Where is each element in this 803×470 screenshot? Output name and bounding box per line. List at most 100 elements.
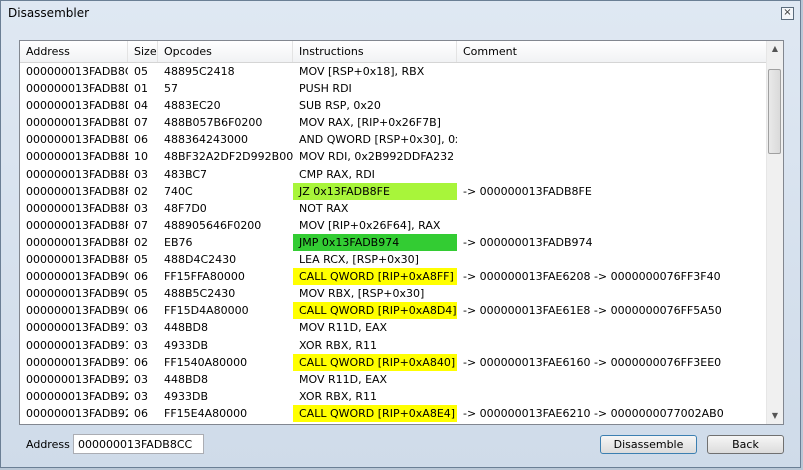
address-cell: 000000013FADB8E3 (26, 150, 128, 164)
close-icon[interactable]: × (781, 7, 794, 20)
instruction-cell: LEA RCX, [RSP+0x30] (299, 253, 419, 267)
scroll-down-icon[interactable]: ▼ (767, 408, 783, 424)
size-cell: 06 (134, 270, 148, 284)
instruction-cell: MOV RDI, 0x2B992DDFA232 (299, 150, 455, 164)
column-header-size[interactable]: Size (128, 41, 158, 62)
column-header-address[interactable]: Address (20, 41, 128, 62)
comment-cell (457, 131, 769, 148)
instruction-cell: MOV RBX, [RSP+0x30] (299, 287, 425, 301)
size-cell: 02 (134, 184, 148, 198)
table-row[interactable]: 000000013FADB8F2 03 48F7D0 NOT RAX (20, 200, 767, 217)
comment-cell (457, 371, 769, 388)
instruction-cell: SUB RSP, 0x20 (299, 99, 381, 113)
table-row[interactable]: 000000013FADB8D1 01 57 PUSH RDI (20, 80, 767, 97)
opcodes-cell: 488905646F0200 (164, 218, 262, 232)
instruction-cell: JMP 0x13FADB974 (293, 233, 457, 251)
address-cell: 000000013FADB8ED (26, 167, 128, 181)
opcodes-cell: FF15D4A80000 (164, 304, 249, 318)
comment-cell: -> 000000013FADB8FE (463, 184, 592, 198)
size-cell: 06 (134, 133, 148, 147)
instruction-cell: CALL QWORD [RIP+0xA8D4] (293, 302, 457, 320)
table-row[interactable]: 000000013FADB8FE 05 488D4C2430 LEA RCX, [RS… (20, 251, 767, 268)
table-row[interactable]: 000000013FADB926 06 FF15E4A80000 CALL QWORD… (20, 404, 767, 422)
address-cell: 000000013FADB909 (26, 287, 128, 301)
instruction-cell: AND QWORD [RSP+0x30], 0x0 (299, 133, 457, 147)
comment-cell (457, 63, 769, 80)
address-cell: 000000013FADB91A (26, 355, 128, 369)
opcodes-cell: FF15E4A80000 (164, 406, 248, 420)
instruction-cell: XOR RBX, R11 (299, 338, 377, 352)
table-row[interactable]: 000000013FADB909 05 488B5C2430 MOV RBX, [RS… (20, 285, 767, 302)
size-cell: 05 (134, 253, 148, 267)
table-row[interactable]: 000000013FADB923 03 4933DB XOR RBX, R11 (20, 388, 767, 405)
instruction-cell: MOV [RIP+0x26F64], RAX (299, 218, 441, 232)
table-row[interactable]: 000000013FADB903 06 FF15FFA80000 CALL QWORD… (20, 268, 767, 286)
vertical-scrollbar[interactable]: ▲ ▼ (766, 41, 783, 424)
list-header: Address Size Opcodes Instructions Commen… (20, 41, 769, 63)
disassembly-list[interactable]: Address Size Opcodes Instructions Commen… (19, 40, 784, 425)
table-row[interactable]: 000000013FADB8CC 05 48895C2418 MOV [RSP+0x1… (20, 63, 767, 80)
instruction-cell: NOT RAX (299, 201, 349, 215)
size-cell: 06 (134, 355, 148, 369)
table-row[interactable]: 000000013FADB8F0 02 740C JZ 0x13FADB8FE -> 0… (20, 182, 767, 200)
window-title: Disassembler (8, 6, 90, 20)
scroll-up-icon[interactable]: ▲ (767, 41, 783, 57)
address-cell: 000000013FADB8F0 (26, 184, 128, 198)
address-cell: 000000013FADB8FC (26, 235, 128, 249)
size-cell: 05 (134, 287, 148, 301)
size-cell: 06 (134, 304, 148, 318)
column-header-instructions[interactable]: Instructions (293, 41, 457, 62)
opcodes-cell: 48F7D0 (164, 201, 207, 215)
table-row[interactable]: 000000013FADB8DD 06 488364243000 AND QWORD … (20, 131, 767, 148)
table-row[interactable]: 000000013FADB90E 06 FF15D4A80000 CALL QWORD… (20, 302, 767, 320)
address-cell: 000000013FADB90E (26, 304, 128, 318)
comment-cell (457, 200, 769, 217)
table-row[interactable]: 000000013FADB914 03 448BD8 MOV R11D, EAX (20, 319, 767, 336)
address-cell: 000000013FADB8DD (26, 133, 128, 147)
comment-cell: -> 000000013FAE6210 -> 0000000077002AB0 (463, 406, 724, 420)
size-cell: 03 (134, 389, 148, 403)
size-cell: 03 (134, 372, 148, 386)
title-bar[interactable]: Disassembler × (1, 1, 800, 27)
size-cell: 01 (134, 82, 148, 96)
address-cell: 000000013FADB923 (26, 389, 128, 403)
column-header-opcodes[interactable]: Opcodes (158, 41, 293, 62)
comment-cell (457, 97, 769, 114)
address-cell: 000000013FADB903 (26, 270, 128, 284)
table-row[interactable]: 000000013FADB917 03 4933DB XOR RBX, R11 (20, 337, 767, 354)
opcodes-cell: 448BD8 (164, 372, 209, 386)
opcodes-cell: 4933DB (164, 389, 209, 403)
size-cell: 02 (134, 235, 148, 249)
table-row[interactable]: 000000013FADB91A 06 FF1540A80000 CALL QWORD… (20, 353, 767, 371)
instruction-cell: PUSH RDI (299, 82, 352, 96)
instruction-cell: CALL QWORD [RIP+0xA8E4] (293, 404, 457, 422)
instruction-cell: MOV R11D, EAX (299, 321, 388, 335)
table-row[interactable]: 000000013FADB8F5 07 488905646F0200 MOV [RIP… (20, 217, 767, 234)
scrollbar-thumb[interactable] (768, 69, 781, 154)
table-row[interactable]: 000000013FADB920 03 448BD8 MOV R11D, EAX (20, 371, 767, 388)
size-cell: 06 (134, 406, 148, 420)
size-cell: 03 (134, 201, 148, 215)
table-row[interactable]: 000000013FADB8D2 04 4883EC20 SUB RSP, 0x20 (20, 97, 767, 114)
opcodes-cell: 48BF32A2DF2D992B0000 (164, 150, 293, 164)
comment-cell (457, 217, 769, 234)
opcodes-cell: FF15FFA80000 (164, 270, 245, 284)
comment-cell: -> 000000013FADB974 (463, 235, 593, 249)
size-cell: 03 (134, 321, 148, 335)
list-rows: 000000013FADB8CC 05 48895C2418 MOV [RSP+0x1… (20, 63, 767, 422)
instruction-cell: CMP RAX, RDI (299, 167, 375, 181)
column-header-comment[interactable]: Comment (457, 41, 769, 62)
disassemble-button[interactable]: Disassemble (600, 435, 697, 454)
table-row[interactable]: 000000013FADB8E3 10 48BF32A2DF2D992B0000 MO… (20, 148, 767, 165)
address-cell: 000000013FADB926 (26, 406, 128, 420)
table-row[interactable]: 000000013FADB8FC 02 EB76 JMP 0x13FADB974 -> … (20, 233, 767, 251)
table-row[interactable]: 000000013FADB8D6 07 488B057B6F0200 MOV RAX,… (20, 114, 767, 131)
address-cell: 000000013FADB917 (26, 338, 128, 352)
address-cell: 000000013FADB8D6 (26, 116, 128, 130)
table-row[interactable]: 000000013FADB8ED 03 483BC7 CMP RAX, RDI (20, 166, 767, 183)
address-cell: 000000013FADB8D1 (26, 82, 128, 96)
back-button[interactable]: Back (707, 435, 784, 454)
opcodes-cell: 488364243000 (164, 133, 248, 147)
comment-cell (457, 148, 769, 165)
address-input[interactable] (73, 434, 204, 454)
